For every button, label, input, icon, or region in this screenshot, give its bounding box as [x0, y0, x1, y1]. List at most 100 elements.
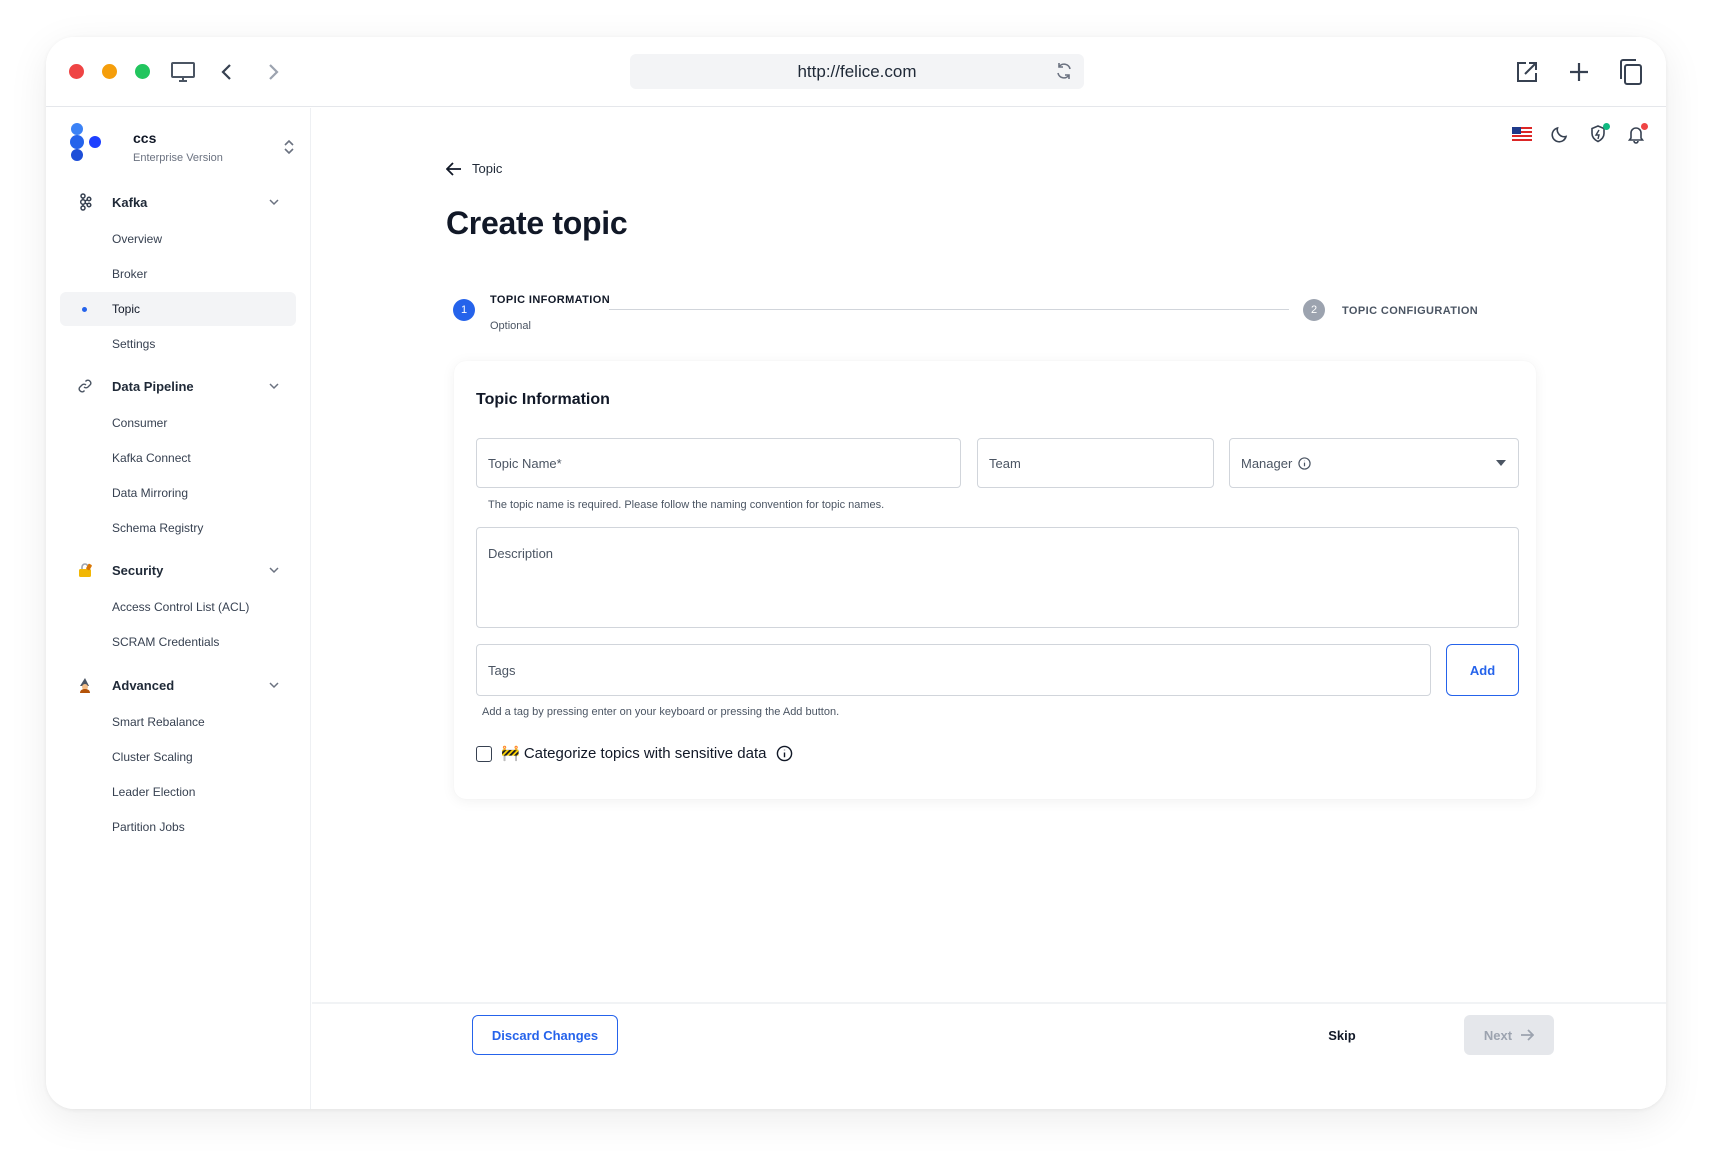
- chevron-down-icon: [269, 199, 279, 206]
- sidebar-item-schema-registry[interactable]: Schema Registry: [60, 511, 296, 545]
- chevron-down-icon: [269, 567, 279, 574]
- nav-group-data-pipeline[interactable]: Data Pipeline: [60, 370, 296, 402]
- info-icon: [1298, 456, 1311, 470]
- manager-select[interactable]: Manager: [1229, 438, 1519, 488]
- sensitive-data-text: 🚧 Categorize topics with sensitive data: [501, 745, 767, 762]
- tabs-overview-icon[interactable]: [1616, 57, 1646, 87]
- topic-name-field[interactable]: Topic Name*: [476, 438, 961, 488]
- status-dot: [1603, 123, 1610, 130]
- browser-window: http://felice.com ccs Enterprise Version: [46, 37, 1666, 1109]
- team-placeholder: Team: [989, 455, 1021, 471]
- team-field[interactable]: Team: [977, 438, 1214, 488]
- sidebar-item-partition-jobs[interactable]: Partition Jobs: [60, 810, 296, 844]
- sidebar-item-settings[interactable]: Settings: [60, 327, 296, 361]
- back-link-label: Topic: [472, 161, 503, 176]
- info-icon[interactable]: [776, 745, 793, 762]
- form-footer: Discard Changes Skip Next: [312, 1002, 1666, 1109]
- sidebar-item-broker[interactable]: Broker: [60, 257, 296, 291]
- bell-icon[interactable]: [1624, 122, 1648, 146]
- workspace-edition: Enterprise Version: [133, 152, 223, 164]
- moon-icon[interactable]: [1548, 122, 1572, 146]
- link-icon: [74, 375, 96, 397]
- back-link[interactable]: Topic: [446, 161, 502, 176]
- workspace-switcher[interactable]: ccs Enterprise Version: [68, 122, 298, 172]
- description-placeholder: Description: [488, 546, 554, 561]
- notification-dot: [1641, 123, 1648, 130]
- new-tab-icon[interactable]: [1564, 57, 1594, 87]
- page-title: Create topic: [446, 205, 628, 241]
- sidebar-item-scram-credentials[interactable]: SCRAM Credentials: [60, 625, 296, 659]
- sidebar-item-overview[interactable]: Overview: [60, 222, 296, 256]
- back-arrow-icon[interactable]: [212, 57, 242, 87]
- topic-information-card: Topic Information Topic Name* Team Manag…: [454, 361, 1536, 799]
- browser-toolbar: http://felice.com: [46, 37, 1666, 107]
- sidebar-item-label: Broker: [112, 267, 148, 281]
- address-bar[interactable]: http://felice.com: [630, 54, 1084, 89]
- monitor-icon[interactable]: [168, 57, 198, 87]
- nav-group-advanced[interactable]: Advanced: [60, 669, 296, 701]
- sidebar-item-topic[interactable]: Topic: [60, 292, 296, 326]
- sidebar-item-label: Partition Jobs: [112, 820, 185, 834]
- close-window-button[interactable]: [69, 64, 84, 79]
- reload-icon[interactable]: [1054, 61, 1074, 81]
- sidebar-item-kafka-connect[interactable]: Kafka Connect: [60, 441, 296, 475]
- sidebar-item-label: Leader Election: [112, 785, 196, 799]
- sidebar-item-label: Kafka Connect: [112, 451, 191, 465]
- sidebar-item-label: Schema Registry: [112, 521, 204, 535]
- sensitive-data-label: 🚧 Categorize topics with sensitive data: [501, 744, 793, 762]
- chevron-up-down-icon: [284, 139, 294, 155]
- next-button[interactable]: Next: [1464, 1015, 1554, 1055]
- sidebar-item-label: Topic: [112, 302, 141, 316]
- step-1-sublabel: Optional: [490, 320, 531, 332]
- main-content: U Topic Create topic 1 TOPIC INFORMATION…: [312, 108, 1666, 1109]
- us-flag-icon[interactable]: [1510, 122, 1534, 146]
- tags-placeholder: Tags: [488, 662, 516, 678]
- nav-group-kafka[interactable]: Kafka: [60, 186, 296, 218]
- add-tag-button[interactable]: Add: [1446, 644, 1519, 696]
- step-number: 2: [1310, 304, 1318, 316]
- step-1-indicator: 1: [453, 299, 475, 321]
- manager-placeholder: Manager: [1241, 455, 1293, 471]
- sidebar-item-label: Data Mirroring: [112, 486, 189, 500]
- sidebar-item-acl[interactable]: Access Control List (ACL): [60, 590, 296, 624]
- discard-changes-button[interactable]: Discard Changes: [472, 1015, 618, 1055]
- description-textarea[interactable]: Description: [476, 527, 1519, 628]
- forward-arrow-icon[interactable]: [258, 57, 288, 87]
- app-logo: [70, 123, 101, 161]
- sensitive-data-checkbox[interactable]: [476, 746, 492, 762]
- step-2-label: TOPIC CONFIGURATION: [1342, 305, 1479, 317]
- sidebar-item-label: Access Control List (ACL): [112, 600, 250, 614]
- caret-down-icon: [1496, 460, 1506, 466]
- sidebar-item-smart-rebalance[interactable]: Smart Rebalance: [60, 705, 296, 739]
- chevron-down-icon: [269, 682, 279, 689]
- nav-group-label: Advanced: [112, 677, 175, 693]
- sidebar-item-consumer[interactable]: Consumer: [60, 406, 296, 440]
- sidebar: ccs Enterprise Version Kafka Overview Br…: [46, 108, 311, 1109]
- sidebar-item-label: Smart Rebalance: [112, 715, 205, 729]
- nav-group-label: Security: [112, 562, 164, 578]
- maximize-window-button[interactable]: [135, 64, 150, 79]
- wizard-icon: [74, 674, 96, 696]
- step-number: 1: [460, 304, 468, 316]
- skip-button[interactable]: Skip: [1312, 1015, 1372, 1055]
- sidebar-item-cluster-scaling[interactable]: Cluster Scaling: [60, 740, 296, 774]
- minimize-window-button[interactable]: [102, 64, 117, 79]
- discard-label: Discard Changes: [491, 1027, 599, 1043]
- sidebar-item-label: Cluster Scaling: [112, 750, 193, 764]
- topic-name-placeholder: Topic Name*: [488, 455, 562, 471]
- lock-icon: [74, 559, 96, 581]
- sidebar-item-leader-election[interactable]: Leader Election: [60, 775, 296, 809]
- nav-group-security[interactable]: Security: [60, 554, 296, 586]
- workspace-name: ccs: [133, 130, 157, 146]
- sidebar-item-label: Overview: [112, 232, 163, 246]
- sidebar-item-data-mirroring[interactable]: Data Mirroring: [60, 476, 296, 510]
- shield-bolt-icon[interactable]: [1586, 122, 1610, 146]
- arrow-left-icon: [446, 161, 461, 176]
- skip-label: Skip: [1328, 1027, 1356, 1043]
- nav-group-label: Kafka: [112, 194, 148, 210]
- sidebar-item-label: SCRAM Credentials: [112, 635, 220, 649]
- tags-input[interactable]: Tags: [476, 644, 1431, 696]
- section-title: Topic Information: [476, 391, 610, 408]
- topic-name-helper-text: The topic name is required. Please follo…: [488, 499, 885, 511]
- share-icon[interactable]: [1512, 57, 1542, 87]
